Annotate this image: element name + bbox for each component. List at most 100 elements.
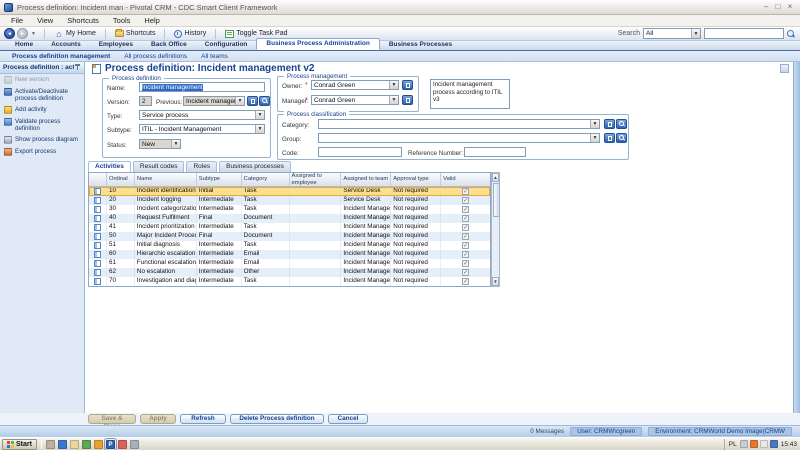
- table-row[interactable]: 61 Functional escalation Intermediate Em…: [89, 259, 490, 268]
- table-row[interactable]: 10 Incident identification Initial Task …: [89, 187, 490, 196]
- column-header-ordinal[interactable]: Ordinal: [107, 173, 135, 186]
- scrollbar-thumb[interactable]: [493, 183, 500, 217]
- activity-tab[interactable]: Roles: [186, 161, 217, 172]
- group-lookup-icon[interactable]: [616, 133, 627, 143]
- dropdown-arrow-icon[interactable]: ▼: [255, 111, 264, 119]
- taskbar-app-other[interactable]: [130, 440, 139, 449]
- main-tab[interactable]: Home: [6, 40, 42, 50]
- sub-tab[interactable]: Process definition management: [5, 53, 117, 60]
- process-description-field[interactable]: Incident management process according to…: [430, 79, 510, 109]
- previous-select[interactable]: Incident management v1 ▼: [183, 96, 245, 106]
- start-button[interactable]: Start: [2, 439, 37, 450]
- dropdown-arrow-icon[interactable]: ▼: [590, 120, 599, 128]
- manager-open-record-icon[interactable]: [402, 95, 413, 105]
- quicklaunch-icon-folder[interactable]: [70, 440, 79, 449]
- quicklaunch-icon-printer[interactable]: [46, 440, 55, 449]
- sidebar-action-item[interactable]: New version: [0, 74, 84, 86]
- table-row[interactable]: 62 No escalation Intermediate Other Inci…: [89, 268, 490, 277]
- panel-toggle-icon[interactable]: [780, 64, 789, 73]
- tray-icon-network[interactable]: [740, 440, 748, 448]
- column-header-approval-type[interactable]: Approval type: [391, 173, 441, 186]
- tray-icon-app[interactable]: [770, 440, 778, 448]
- column-header-subtype[interactable]: Subtype: [197, 173, 242, 186]
- forward-icon[interactable]: ►: [17, 28, 28, 39]
- table-row[interactable]: 30 Incident categorization Intermediate …: [89, 205, 490, 214]
- group-open-record-icon[interactable]: [604, 133, 615, 143]
- my-home-button[interactable]: ⌂ My Home: [49, 29, 101, 39]
- column-header-assigned-to-team[interactable]: Assigned to team: [341, 173, 391, 186]
- dropdown-arrow-icon[interactable]: ▼: [389, 81, 398, 89]
- status-user[interactable]: User: CRMW\cgreen: [570, 427, 642, 436]
- main-tab[interactable]: Accounts: [42, 40, 90, 50]
- sidebar-action-item[interactable]: Activate/Deactivate process definition: [0, 86, 84, 104]
- menu-item[interactable]: Tools: [106, 15, 138, 26]
- category-open-record-icon[interactable]: [604, 119, 615, 129]
- subtype-select[interactable]: ITIL - Incident Management ▼: [139, 124, 265, 134]
- dropdown-arrow-icon[interactable]: ▼: [590, 134, 599, 142]
- table-row[interactable]: 50 Major Incident Procedure Final Docume…: [89, 232, 490, 241]
- table-row[interactable]: 70 Investigation and diagnosis Intermedi…: [89, 277, 490, 286]
- manager-select[interactable]: Conrad Green ▼: [311, 95, 399, 105]
- menu-item[interactable]: View: [30, 15, 60, 26]
- owner-open-record-icon[interactable]: [402, 80, 413, 90]
- dropdown-arrow-icon[interactable]: ▼: [235, 97, 244, 105]
- tray-icon-volume[interactable]: [760, 440, 768, 448]
- main-tab[interactable]: Back Office: [142, 40, 196, 50]
- refresh-button[interactable]: Refresh: [180, 414, 226, 424]
- menu-item[interactable]: Help: [137, 15, 166, 26]
- minimize-icon[interactable]: –: [760, 2, 772, 12]
- main-tab[interactable]: Employees: [90, 40, 142, 50]
- column-header-assigned-to-employee[interactable]: Assigned to employee: [290, 173, 342, 186]
- table-row[interactable]: 51 Initial diagnosis Intermediate Task I…: [89, 241, 490, 250]
- sidebar-action-item[interactable]: Show process diagram: [0, 134, 84, 146]
- column-header-valid[interactable]: Valid: [441, 173, 490, 186]
- column-header-category[interactable]: Category: [242, 173, 290, 186]
- sidebar-action-item[interactable]: Export process: [0, 146, 84, 158]
- table-row[interactable]: 40 Request Fulfilment Final Document Inc…: [89, 214, 490, 223]
- search-input[interactable]: [704, 28, 784, 39]
- lookup-icon[interactable]: [259, 96, 270, 106]
- scroll-down-icon[interactable]: ▼: [492, 277, 499, 286]
- quicklaunch-icon-mail[interactable]: [94, 440, 103, 449]
- name-field[interactable]: Incident management: [139, 82, 265, 92]
- close-icon[interactable]: ×: [784, 2, 796, 12]
- cancel-button[interactable]: Cancel: [328, 414, 368, 424]
- table-row[interactable]: 41 Incident prioritization Intermediate …: [89, 223, 490, 232]
- language-indicator[interactable]: PL: [729, 441, 737, 448]
- maximize-icon[interactable]: □: [772, 2, 784, 12]
- sidebar-action-item[interactable]: Add activity: [0, 104, 84, 116]
- column-header-name[interactable]: Name: [135, 173, 197, 186]
- search-icon[interactable]: [787, 30, 795, 38]
- main-tab[interactable]: Configuration: [196, 40, 257, 50]
- activity-tab[interactable]: Result codes: [133, 161, 185, 172]
- table-row[interactable]: 20 Incident logging Intermediate Task Se…: [89, 196, 490, 205]
- shortcuts-button[interactable]: Shortcuts: [110, 30, 161, 37]
- open-record-icon[interactable]: [247, 96, 258, 106]
- history-button[interactable]: History: [169, 30, 211, 38]
- pin-icon[interactable]: [74, 64, 81, 71]
- taskbar-app-pivotal[interactable]: P: [106, 440, 115, 449]
- search-scope-select[interactable]: All ▼: [643, 28, 701, 39]
- table-row[interactable]: 60 Hierarchic escalation Intermediate Em…: [89, 250, 490, 259]
- main-tab[interactable]: Business Process Administration: [256, 38, 379, 50]
- apply-button[interactable]: Apply: [140, 414, 176, 424]
- dropdown-arrow-icon[interactable]: ▼: [255, 125, 264, 133]
- type-select[interactable]: Service process ▼: [139, 110, 265, 120]
- category-lookup-icon[interactable]: [616, 119, 627, 129]
- taskbar-app-document[interactable]: [118, 440, 127, 449]
- back-icon[interactable]: ◄: [4, 28, 15, 39]
- quicklaunch-icon-media[interactable]: [82, 440, 91, 449]
- dropdown-arrow-icon[interactable]: ▼: [691, 29, 700, 38]
- group-select[interactable]: ▼: [318, 133, 600, 143]
- toggle-task-pad-button[interactable]: Toggle Task Pad: [220, 30, 292, 38]
- save-close-button[interactable]: Save & Close: [88, 414, 136, 424]
- sub-tab[interactable]: All process definitions: [117, 53, 194, 60]
- main-tab[interactable]: Business Processes: [380, 40, 461, 50]
- dropdown-arrow-icon[interactable]: ▼: [171, 140, 180, 148]
- sub-tab[interactable]: All teams: [194, 53, 235, 60]
- scroll-up-icon[interactable]: ▲: [492, 173, 499, 182]
- activity-tab[interactable]: Business processes: [219, 161, 291, 172]
- nav-dropdown-icon[interactable]: ▼: [31, 31, 36, 37]
- code-field[interactable]: [318, 147, 402, 157]
- quicklaunch-icon-browser[interactable]: [58, 440, 67, 449]
